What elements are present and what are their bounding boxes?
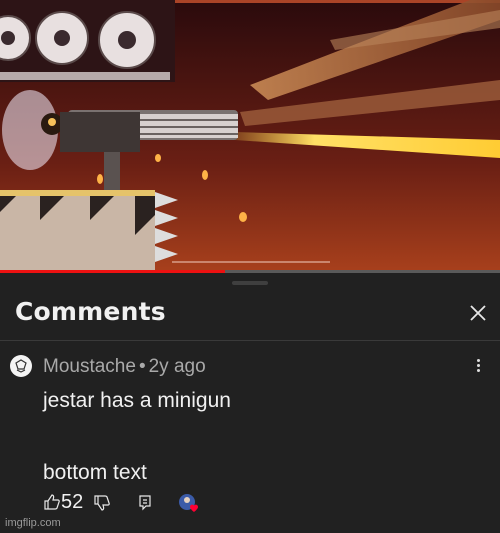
video-frame xyxy=(0,0,500,272)
reply-icon[interactable] xyxy=(137,494,153,512)
video-player[interactable] xyxy=(0,0,500,272)
more-options-icon[interactable] xyxy=(470,357,486,375)
close-icon[interactable] xyxy=(466,301,490,325)
comment-age: 2y ago xyxy=(148,356,206,377)
comments-panel: Comments Moustache • 2y ago jestar has a m… xyxy=(0,273,500,533)
like-count: 52 xyxy=(61,491,84,513)
comment-text: jestar has a minigun bottom text xyxy=(43,389,231,484)
watermark: imgflip.com xyxy=(5,517,61,529)
thumbs-down-icon[interactable] xyxy=(93,494,111,512)
comment-meta: Moustache • 2y ago xyxy=(43,356,206,378)
divider xyxy=(0,340,500,341)
creator-heart-icon xyxy=(178,492,200,514)
thumbs-up-icon[interactable] xyxy=(43,493,61,511)
comments-title: Comments xyxy=(15,297,166,326)
meta-separator: • xyxy=(138,356,146,377)
avatar[interactable] xyxy=(10,355,32,377)
drag-handle[interactable] xyxy=(232,281,268,285)
comment-author[interactable]: Moustache xyxy=(43,356,136,377)
